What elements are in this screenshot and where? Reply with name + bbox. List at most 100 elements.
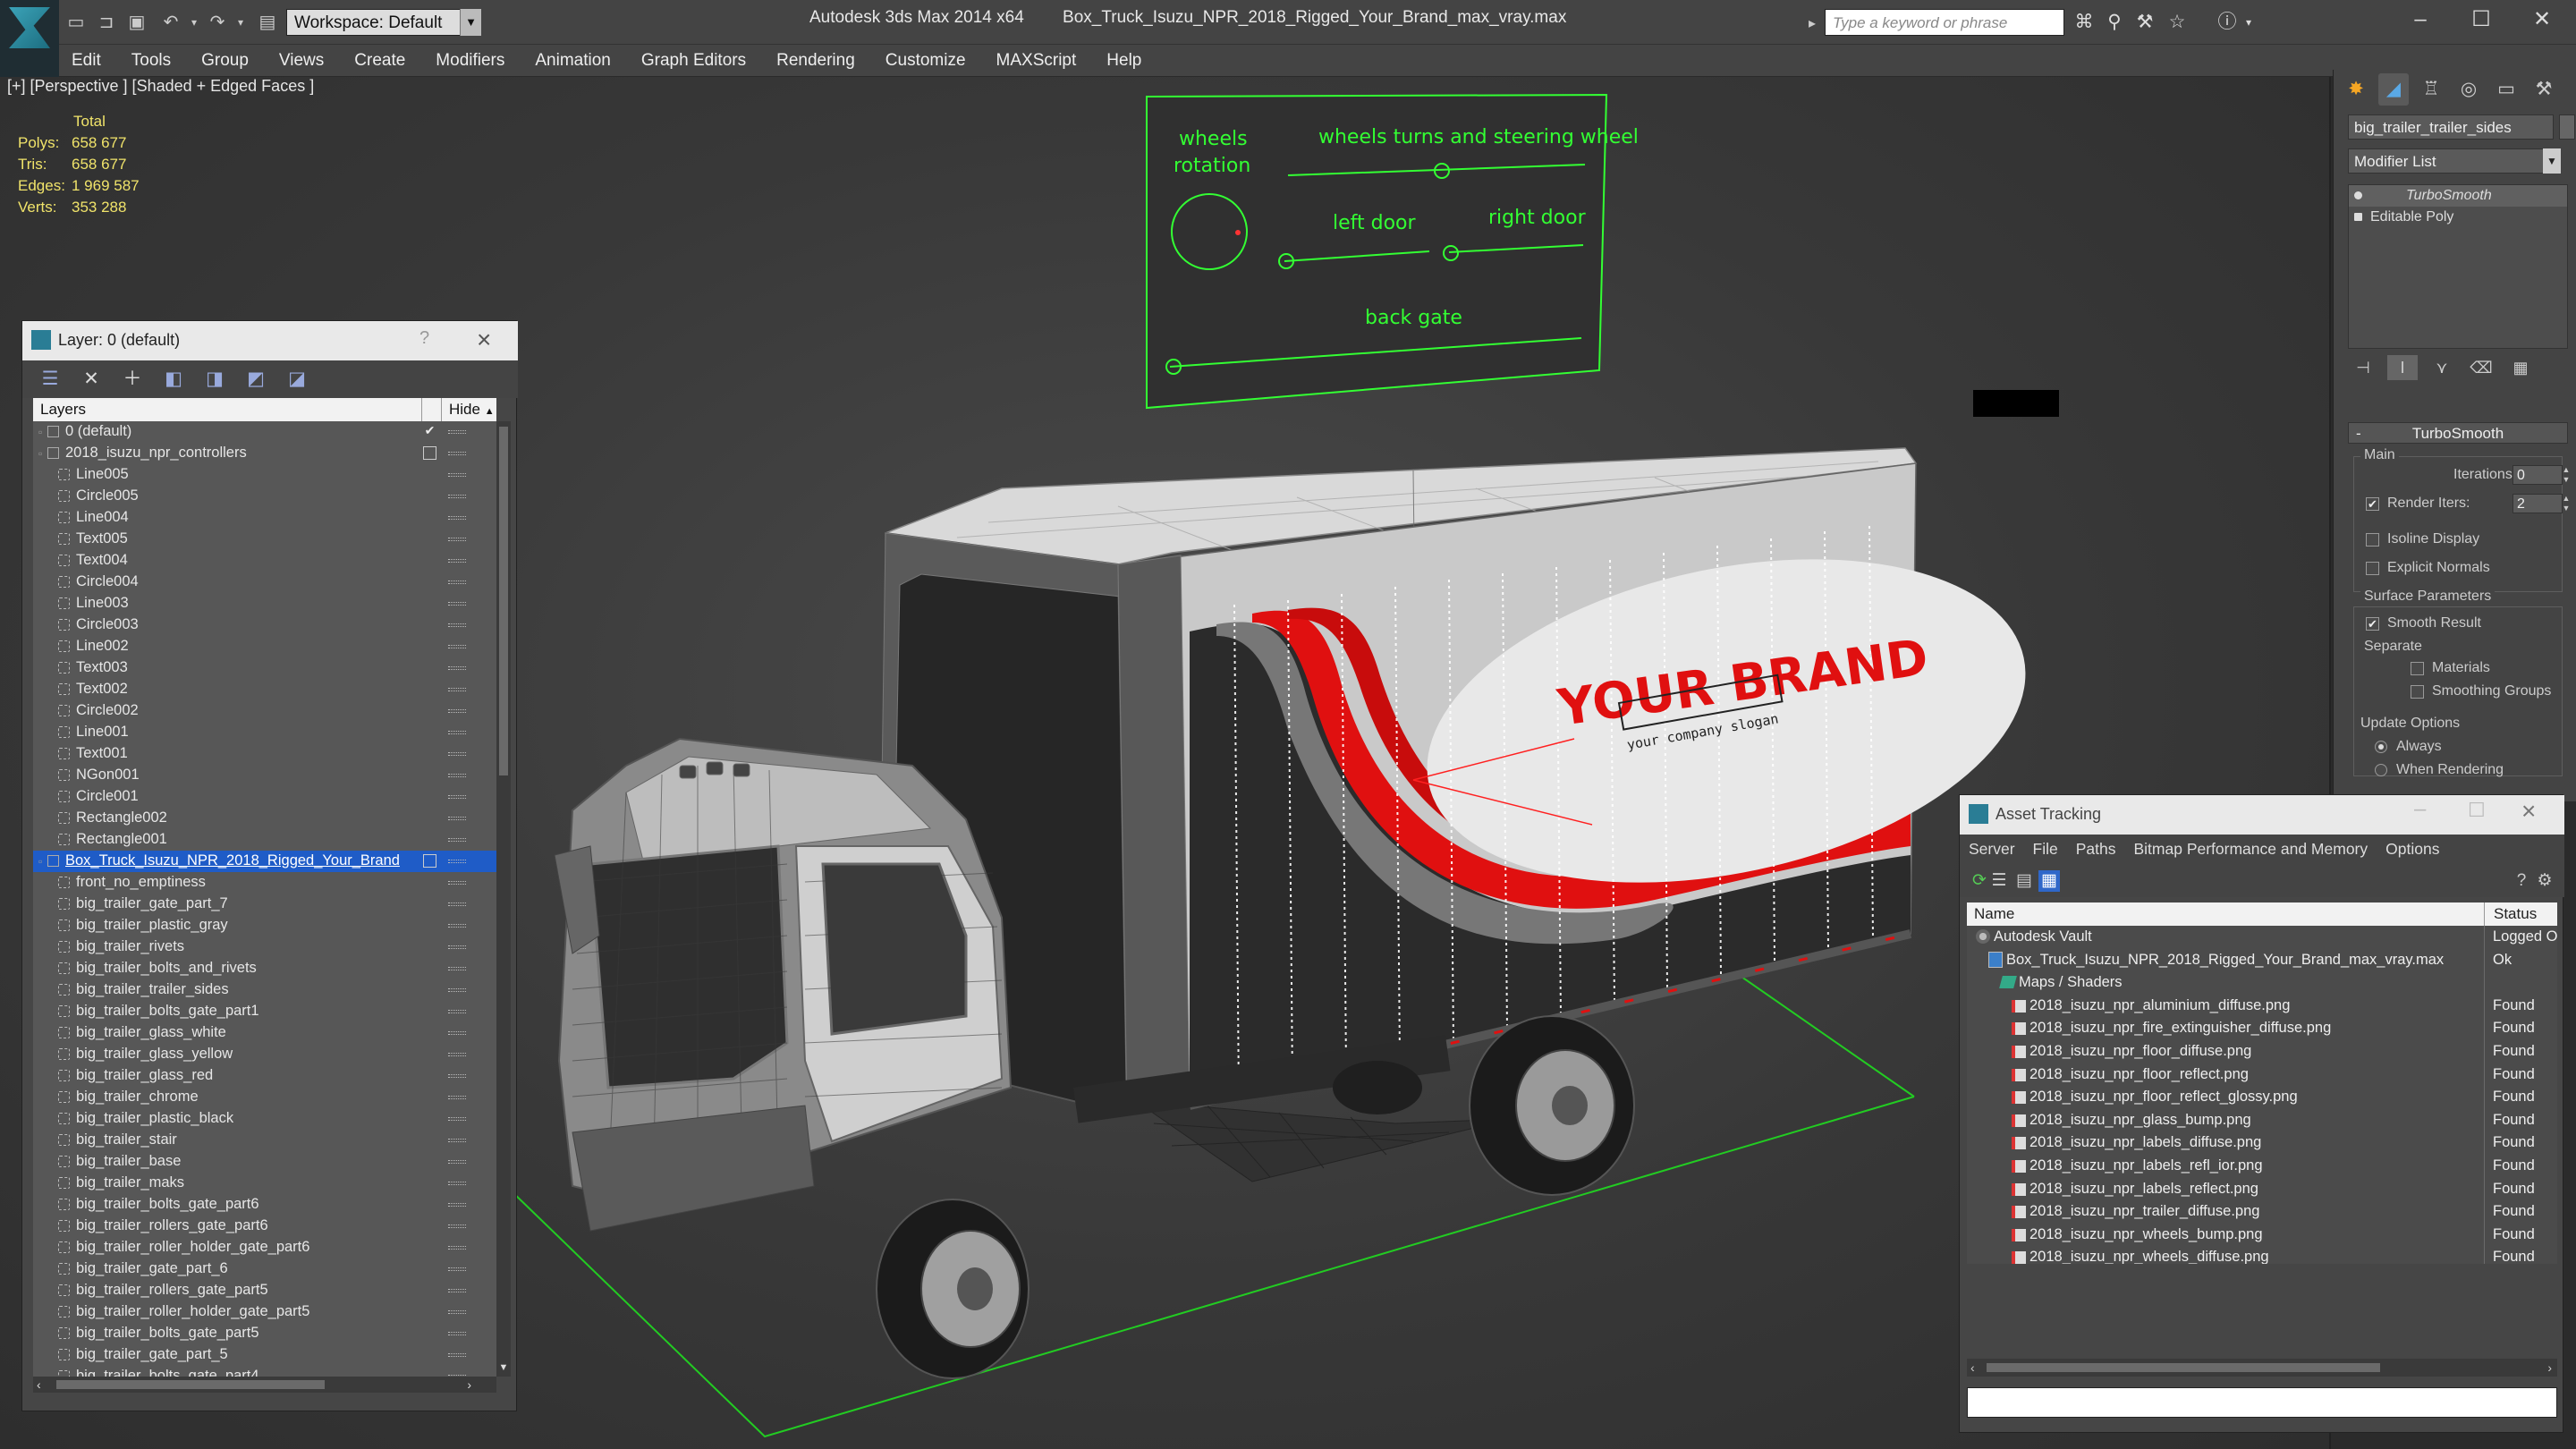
remove-modifier-icon[interactable]: ⌫: [2466, 355, 2496, 380]
hide-toggle[interactable]: [448, 1117, 466, 1121]
detail-view-icon[interactable]: ▤: [2013, 870, 2035, 892]
layer-object-row[interactable]: Line003: [33, 593, 496, 614]
layer-object-row[interactable]: big_trailer_chrome: [33, 1087, 496, 1108]
hscroll-thumb[interactable]: [56, 1380, 325, 1389]
menu-maxscript[interactable]: MAXScript: [996, 51, 1077, 71]
maximize-icon[interactable]: ☐: [2468, 799, 2486, 822]
layer-object-row[interactable]: big_trailer_plastic_black: [33, 1108, 496, 1130]
hide-toggle[interactable]: [448, 752, 466, 756]
minimize-button[interactable]: –: [2394, 4, 2447, 36]
layer-object-row[interactable]: big_trailer_plastic_gray: [33, 915, 496, 936]
asset-row[interactable]: Box_Truck_Isuzu_NPR_2018_Rigged_Your_Bra…: [1967, 948, 2557, 972]
menu-server[interactable]: Server: [1969, 840, 2015, 859]
layer-object-row[interactable]: Circle002: [33, 700, 496, 722]
maximize-button[interactable]: ☐: [2454, 4, 2508, 36]
layer-object-row[interactable]: big_trailer_glass_yellow: [33, 1044, 496, 1065]
hide-toggle[interactable]: [448, 1246, 466, 1250]
hide-toggle[interactable]: [448, 967, 466, 970]
asset-status-field[interactable]: [1967, 1387, 2557, 1418]
asset-row[interactable]: 2018_isuzu_npr_labels_refl_ior.png Found: [1967, 1154, 2557, 1178]
create-tab-icon[interactable]: ✸: [2341, 73, 2371, 106]
hide-toggle[interactable]: [448, 538, 466, 541]
layer-object-row[interactable]: Text005: [33, 529, 496, 550]
layer-object-row[interactable]: big_trailer_bolts_gate_part5: [33, 1323, 496, 1344]
delete-layer-icon[interactable]: ✕: [80, 368, 103, 391]
smooth-result-checkbox[interactable]: ✔: [2366, 617, 2379, 631]
menu-bitmap-performance[interactable]: Bitmap Performance and Memory: [2134, 840, 2368, 859]
hide-toggle[interactable]: [448, 1267, 466, 1271]
layer-object-row[interactable]: big_trailer_gate_part_6: [33, 1258, 496, 1280]
viewport-label[interactable]: [+] [Perspective ] [Shaded + Edged Faces…: [7, 77, 314, 96]
hscroll-thumb[interactable]: [1987, 1363, 2380, 1372]
utilities-tab-icon[interactable]: ⚒: [2529, 73, 2559, 106]
truck-cab[interactable]: [554, 737, 1030, 1379]
render-iters-checkbox[interactable]: ✔: [2366, 497, 2379, 511]
layer-object-row[interactable]: big_trailer_bolts_gate_part4: [33, 1366, 496, 1377]
search-input[interactable]: Type a keyword or phrase: [1825, 9, 2064, 36]
scroll-thumb[interactable]: [499, 427, 508, 775]
hide-toggle[interactable]: [448, 860, 466, 863]
asset-row[interactable]: 2018_isuzu_npr_floor_reflect_glossy.png F…: [1967, 1086, 2557, 1109]
hide-toggle[interactable]: [448, 473, 466, 477]
hide-toggle[interactable]: [448, 1074, 466, 1078]
layer-object-row[interactable]: big_trailer_rivets: [33, 936, 496, 958]
layer-object-row[interactable]: big_trailer_bolts_gate_part1: [33, 1001, 496, 1022]
layer-object-row[interactable]: big_trailer_roller_holder_gate_part5: [33, 1301, 496, 1323]
add-layer-icon[interactable]: ＋: [121, 368, 144, 391]
redo-dropdown-icon[interactable]: ▾: [229, 11, 252, 34]
asset-row[interactable]: Maps / Shaders: [1967, 971, 2557, 995]
workspace-select[interactable]: Workspace: Default: [286, 9, 481, 36]
asset-row[interactable]: 2018_isuzu_npr_aluminium_diffuse.png Foun…: [1967, 994, 2557, 1018]
expand-toggle-icon[interactable]: ▫: [38, 443, 42, 464]
refresh-icon[interactable]: ⟳: [1969, 870, 1990, 892]
project-folder-icon[interactable]: ▤: [256, 11, 279, 34]
layer-object-row[interactable]: big_trailer_glass_white: [33, 1022, 496, 1044]
save-file-icon[interactable]: ▣: [125, 11, 148, 34]
help-icon[interactable]: ?: [2511, 870, 2532, 892]
hide-toggle[interactable]: [448, 1289, 466, 1292]
hide-toggle[interactable]: [448, 1096, 466, 1099]
display-tab-icon[interactable]: ▭: [2491, 73, 2521, 106]
asset-row[interactable]: 2018_isuzu_npr_labels_reflect.png Found: [1967, 1177, 2557, 1201]
layer-object-row[interactable]: big_trailer_trailer_sides: [33, 979, 496, 1001]
menu-modifiers[interactable]: Modifiers: [436, 51, 504, 71]
column-hide[interactable]: Hide ▲: [441, 398, 496, 423]
hide-toggle[interactable]: [448, 1139, 466, 1142]
scroll-left-icon[interactable]: ‹: [37, 1377, 41, 1393]
wheels-rotation-handle[interactable]: [1235, 230, 1241, 235]
layer-object-row[interactable]: Line001: [33, 722, 496, 743]
object-color-swatch[interactable]: [2559, 114, 2575, 140]
layer-object-row[interactable]: Line004: [33, 507, 496, 529]
binoculars-icon[interactable]: ⌘: [2072, 10, 2097, 35]
layer-row[interactable]: ▫ 2018_isuzu_npr_controllers: [33, 443, 496, 464]
menu-views[interactable]: Views: [279, 51, 324, 71]
asset-row[interactable]: 2018_isuzu_npr_glass_bump.png Found: [1967, 1108, 2557, 1132]
communication-icon[interactable]: ⚒: [2132, 10, 2157, 35]
layer-object-row[interactable]: Circle001: [33, 786, 496, 808]
asset-row[interactable]: 2018_isuzu_npr_floor_reflect.png Found: [1967, 1063, 2557, 1087]
hide-toggle[interactable]: [448, 645, 466, 648]
layer-panel-titlebar[interactable]: Layer: 0 (default) ? ×: [22, 321, 518, 360]
hide-toggle[interactable]: [448, 1031, 466, 1035]
black-helper-box[interactable]: [1973, 390, 2059, 417]
hide-toggle[interactable]: [448, 1310, 466, 1314]
layer-object-row[interactable]: Circle003: [33, 614, 496, 636]
hide-toggle[interactable]: [448, 1010, 466, 1013]
layer-list-scrollbar[interactable]: ▼: [496, 421, 511, 1377]
close-icon[interactable]: ×: [477, 326, 491, 354]
configure-sets-icon[interactable]: ▦: [2505, 355, 2536, 380]
expand-toggle-icon[interactable]: ▫: [38, 851, 42, 872]
current-layer-checkbox[interactable]: ✔: [423, 424, 436, 438]
table-view-icon[interactable]: ▦: [2038, 870, 2060, 892]
layer-list[interactable]: ▫ 0 (default) ✔ ▫ 2018_isuzu_npr_controllers…: [33, 421, 496, 1377]
modifier-stack-item[interactable]: Editable Poly: [2349, 207, 2567, 228]
menu-paths[interactable]: Paths: [2076, 840, 2116, 859]
hide-toggle[interactable]: [448, 580, 466, 584]
scroll-right-icon[interactable]: ›: [467, 1377, 471, 1393]
layer-row[interactable]: ▫ Box_Truck_Isuzu_NPR_2018_Rigged_Your_Br…: [33, 851, 496, 872]
undo-dropdown-icon[interactable]: ▾: [182, 11, 206, 34]
asset-row[interactable]: Autodesk Vault Logged Out: [1967, 926, 2557, 949]
expand-toggle-icon[interactable]: ▫: [38, 421, 42, 443]
open-file-icon[interactable]: ⊐: [95, 11, 118, 34]
hide-toggle[interactable]: [448, 452, 466, 455]
